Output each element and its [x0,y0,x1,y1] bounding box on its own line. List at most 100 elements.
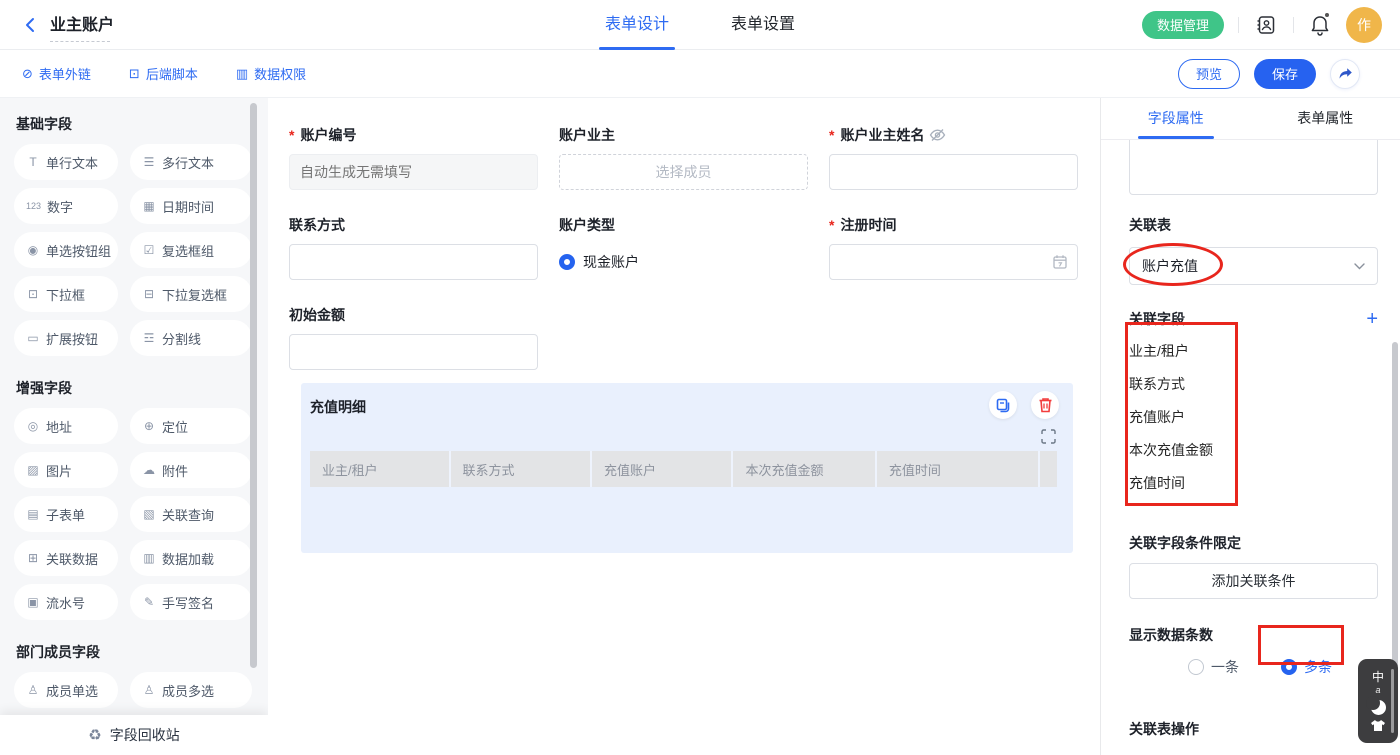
single-record-radio[interactable] [1188,659,1204,675]
copy-field-button[interactable] [989,391,1017,419]
relation-field-item[interactable]: 充值账户 [1129,407,1378,427]
contact-input[interactable] [289,244,538,280]
option-multi-record[interactable]: 多条 [1281,657,1332,677]
add-relation-field-icon[interactable]: + [1366,310,1378,328]
field-radio-group[interactable]: ◉单选按钮组 [14,232,118,268]
option-single-record[interactable]: 一条 [1188,657,1239,677]
field-account-owner[interactable]: 账户业主 选择成员 [559,125,808,190]
field-label: 注册时间 [840,215,896,235]
tab-form-properties[interactable]: 表单属性 [1251,98,1400,139]
field-account-type[interactable]: 账户类型 现金账户 [559,215,808,280]
tab-form-settings[interactable]: 表单设置 [731,0,795,50]
relation-field-item[interactable]: 充值时间 [1129,473,1378,493]
relation-field-item[interactable]: 本次充值金额 [1129,440,1378,460]
relation-field-item[interactable]: 联系方式 [1129,374,1378,394]
copy-icon [996,398,1011,413]
backend-script-link-label: 后端脚本 [146,64,198,83]
field-attachment[interactable]: ☁附件 [130,452,252,488]
pill-label: 扩展按钮 [46,329,98,348]
subform-recharge-detail[interactable]: 充值明细 业主/租户 联系方式 充值账户 本次充值金额 充值时间 [301,383,1073,553]
checkbox-group-icon: ☑ [142,243,156,257]
cash-account-radio[interactable] [559,254,575,270]
field-multi-dropdown[interactable]: ⊟下拉复选框 [130,276,252,312]
page-title[interactable]: 业主账户 [50,11,114,38]
browser-extension-widget[interactable]: 中 a [1358,659,1398,743]
field-number[interactable]: 123数字 [14,188,118,224]
preview-button[interactable]: 预览 [1178,59,1240,89]
register-time-input[interactable] [829,244,1078,280]
relation-query-icon: ▧ [142,507,156,521]
add-condition-button[interactable]: 添加关联条件 [1129,563,1378,599]
single-line-text-icon: T [26,155,40,169]
panel-scrollbar[interactable] [1392,342,1398,668]
tab-form-design[interactable]: 表单设计 [605,0,669,50]
save-button[interactable]: 保存 [1254,59,1316,89]
field-account-number[interactable]: *账户编号 [289,125,538,190]
field-data-load[interactable]: ▥数据加载 [130,540,252,576]
required-asterisk: * [289,127,294,143]
avatar[interactable]: 作 [1346,7,1382,43]
data-manage-button[interactable]: 数据管理 [1142,11,1224,39]
tab-field-properties[interactable]: 字段属性 [1101,98,1251,139]
notification-dot [1325,13,1329,17]
form-designer-app: 业主账户 表单设计 表单设置 数据管理 作 ⊘ 表单外链 [0,0,1400,755]
field-multi-line-text[interactable]: ☰多行文本 [130,144,252,180]
data-permission-link[interactable]: ▥ 数据权限 [236,64,306,83]
sidebar-scrollbar[interactable] [250,103,257,668]
pill-label: 单选按钮组 [46,241,111,260]
serial-number-icon: ▣ [26,595,40,609]
field-dropdown[interactable]: ⊡下拉框 [14,276,118,312]
pill-label: 地址 [46,417,72,436]
field-datetime[interactable]: ▦日期时间 [130,188,252,224]
translate-icon[interactable]: 中 [1372,671,1384,683]
field-member-single[interactable]: ♙成员单选 [14,672,118,708]
field-owner-name[interactable]: *账户业主姓名 [829,125,1078,190]
field-label: 联系方式 [289,215,345,235]
field-extend-button[interactable]: ▭扩展按钮 [14,320,118,356]
calendar-picker-icon[interactable] [1052,254,1068,270]
relation-table-select[interactable]: 账户充值 [1129,247,1378,285]
relation-field-item[interactable]: 业主/租户 [1129,341,1378,361]
field-location[interactable]: ⊕定位 [130,408,252,444]
field-label: 账户类型 [559,215,615,235]
select-member-picker[interactable]: 选择成员 [559,154,808,190]
field-image[interactable]: ▨图片 [14,452,118,488]
attachment-cloud-icon: ☁ [142,463,156,477]
field-address[interactable]: ◎地址 [14,408,118,444]
back-icon[interactable] [20,15,40,35]
pill-label: 成员单选 [46,681,98,700]
theme-shirt-icon[interactable] [1370,719,1386,732]
field-initial-amount[interactable]: 初始金额 [289,305,538,370]
account-number-input[interactable] [289,154,538,190]
field-single-line-text[interactable]: T单行文本 [14,144,118,180]
field-subform[interactable]: ▤子表单 [14,496,118,532]
scrolled-partial-input[interactable] [1129,140,1378,195]
form-canvas: *账户编号 账户业主 选择成员 *账户业主姓名 联系方式 账户类型 [268,98,1100,755]
relation-fields-label: 关联字段 [1129,309,1185,329]
multi-record-radio[interactable] [1281,659,1297,675]
backend-script-link[interactable]: ⊡ 后端脚本 [129,64,198,83]
field-relation-query[interactable]: ▧关联查询 [130,496,252,532]
initial-amount-input[interactable] [289,334,538,370]
dark-mode-moon-icon[interactable] [1371,700,1386,715]
field-member-multi[interactable]: ♙成员多选 [130,672,252,708]
expand-selection-icon[interactable] [1041,429,1056,444]
notification-bell-icon[interactable] [1308,12,1332,38]
column-header: 充值时间 [877,451,1040,487]
image-icon: ▨ [26,463,40,477]
form-external-link[interactable]: ⊘ 表单外链 [22,64,91,83]
field-relation-data[interactable]: ⊞关联数据 [14,540,118,576]
field-register-time[interactable]: *注册时间 [829,215,1078,280]
divider-line-icon: ☲ [142,331,156,345]
column-header: 充值账户 [592,451,733,487]
field-contact[interactable]: 联系方式 [289,215,538,280]
contact-book-icon[interactable] [1253,12,1279,38]
field-divider-line[interactable]: ☲分割线 [130,320,252,356]
field-serial-number[interactable]: ▣流水号 [14,584,118,620]
field-checkbox-group[interactable]: ☑复选框组 [130,232,252,268]
field-signature[interactable]: ✎手写签名 [130,584,252,620]
share-button[interactable] [1330,59,1360,89]
delete-field-button[interactable] [1031,391,1059,419]
owner-name-input[interactable] [829,154,1078,190]
field-recycle-bin[interactable]: ♻ 字段回收站 [0,715,268,755]
